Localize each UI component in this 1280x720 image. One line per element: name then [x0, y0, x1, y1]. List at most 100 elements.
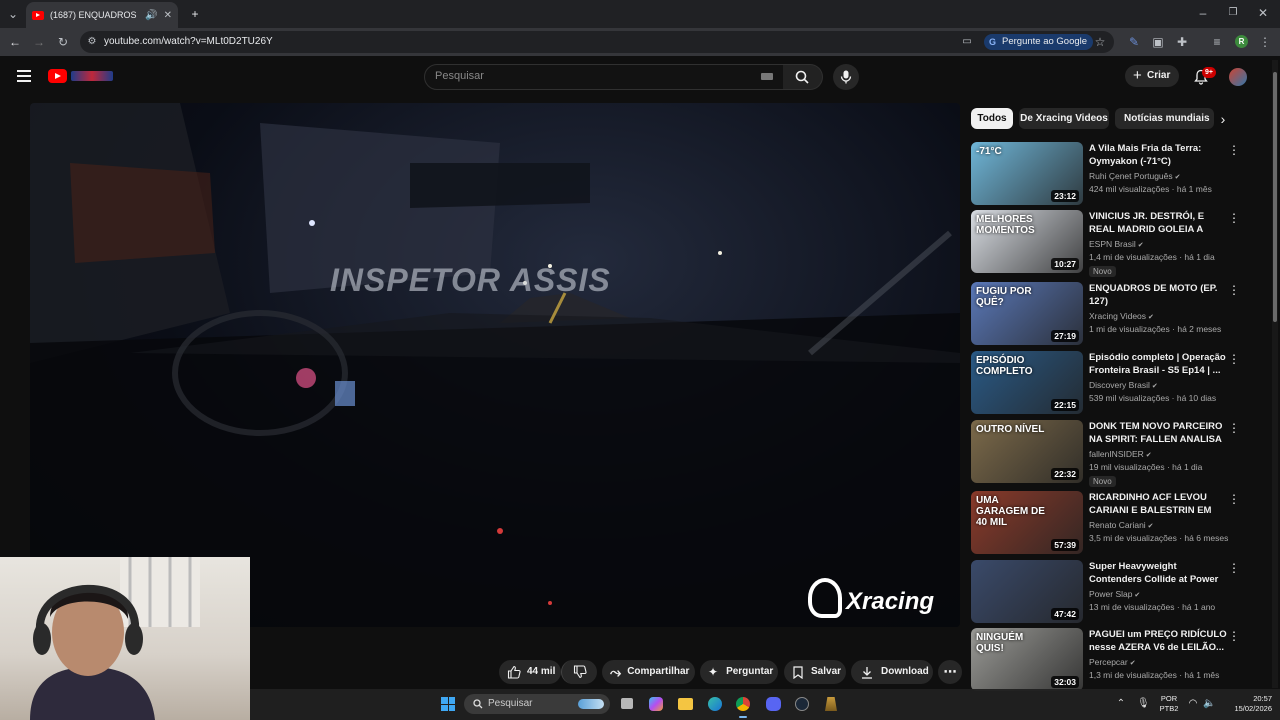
site-info-icon[interactable]: ⚙ — [86, 35, 98, 49]
video-title[interactable]: Episódio completo | Operação Fronteira B… — [1089, 351, 1229, 377]
video-thumbnail[interactable]: NINGUÉM QUIS! 32:03 — [971, 628, 1083, 691]
tab-close-icon[interactable]: ✕ — [164, 10, 172, 21]
more-actions-button[interactable]: ⋯ — [938, 660, 962, 684]
video-title[interactable]: A Vila Mais Fria da Terra: Oymyakon (-71… — [1089, 142, 1229, 168]
more-vertical-icon[interactable]: ⋮ — [1228, 143, 1240, 157]
url-text[interactable]: youtube.com/watch?v=MLt0D2TU26Y — [104, 36, 273, 47]
back-icon[interactable]: ← — [8, 35, 22, 49]
more-vertical-icon[interactable]: ⋮ — [1228, 211, 1240, 225]
download-button[interactable]: Download — [851, 660, 933, 684]
ask-button[interactable]: ✦ Perguntar — [700, 660, 778, 684]
wifi-icon[interactable]: ◠ — [1187, 697, 1199, 711]
video-title[interactable]: ENQUADROS DE MOTO (EP. 127) — [1089, 282, 1229, 308]
minimize-icon[interactable]: – — [1196, 6, 1210, 20]
filter-chip-xracing[interactable]: De Xracing Videos — [1019, 108, 1109, 129]
channel-name[interactable]: Ruhi Çenet Português ✔ — [1089, 171, 1180, 181]
account-avatar[interactable] — [1229, 68, 1247, 86]
more-vertical-icon[interactable]: ⋮ — [1228, 421, 1240, 435]
more-vertical-icon[interactable]: ⋮ — [1228, 352, 1240, 366]
video-thumbnail[interactable]: MELHORES MOMENTOS 10:27 — [971, 210, 1083, 273]
channel-name[interactable]: Percepcar ✔ — [1089, 657, 1136, 667]
more-vertical-icon[interactable]: ⋮ — [1228, 629, 1240, 643]
ask-google-button[interactable]: Pergunte ao Google — [984, 34, 1094, 50]
edge-icon[interactable] — [708, 697, 722, 711]
more-vertical-icon[interactable]: ⋮ — [1228, 283, 1240, 297]
video-thumbnail[interactable]: 47:42 — [971, 560, 1083, 623]
channel-name[interactable]: ESPN Brasil ✔ — [1089, 239, 1144, 249]
clock[interactable]: 20:57 15/02/2026 — [1222, 694, 1272, 714]
new-tab-icon[interactable]: + — [188, 7, 202, 21]
discord-icon[interactable] — [766, 697, 781, 711]
thumbnail-text: OUTRO NÍVEL — [976, 424, 1045, 435]
bookmark-star-icon[interactable]: ☆ — [1093, 35, 1107, 49]
task-view-icon[interactable] — [621, 698, 633, 709]
extension-pen-icon[interactable]: ✎ — [1127, 35, 1141, 49]
video-title[interactable]: DONK TEM NOVO PARCEIRO NA SPIRIT: FALLEN… — [1089, 420, 1229, 446]
create-button[interactable]: + Criar — [1125, 65, 1179, 87]
language-indicator[interactable]: POR PTB2 — [1157, 694, 1181, 714]
video-thumbnail[interactable]: UMA GARAGEM DE 40 MIL 57:39 — [971, 491, 1083, 554]
filter-chip-noticias[interactable]: Notícias mundiais — [1115, 108, 1214, 129]
video-title[interactable]: Super Heavyweight Contenders Collide at … — [1089, 560, 1229, 586]
extension-icon[interactable]: ▣ — [1151, 35, 1165, 49]
steam-icon[interactable] — [795, 697, 809, 711]
video-player[interactable] — [30, 103, 960, 627]
tray-chevron-icon[interactable]: ⌃ — [1115, 697, 1127, 711]
browser-tab[interactable]: (1687) ENQUADROS DE MO 🔊 ✕ — [26, 2, 178, 28]
volume-icon[interactable]: 🔈 — [1203, 697, 1215, 711]
more-vertical-icon[interactable]: ⋮ — [1228, 561, 1240, 575]
like-button[interactable]: 44 mil — [499, 660, 561, 684]
channel-name[interactable]: fallenINSIDER ✔ — [1089, 449, 1152, 459]
video-title[interactable]: PAGUEI um PREÇO RIDÍCULO nesse AZERA V6 … — [1089, 628, 1229, 654]
filter-chip-todos[interactable]: Todos — [971, 108, 1013, 129]
video-thumbnail[interactable]: -71°C 23:12 — [971, 142, 1083, 205]
related-video-item[interactable]: 47:42 Super Heavyweight Contenders Collid… — [971, 560, 1243, 624]
channel-name[interactable]: Xracing Videos ✔ — [1089, 311, 1154, 321]
related-video-item[interactable]: MELHORES MOMENTOS 10:27 VINICIUS JR. DESTR… — [971, 210, 1243, 277]
tab-audio-icon[interactable]: 🔊 — [145, 10, 157, 21]
channel-name[interactable]: Power Slap ✔ — [1089, 589, 1140, 599]
profile-avatar[interactable]: R — [1235, 35, 1248, 48]
video-thumbnail[interactable]: FUGIU POR QUÊ? 27:19 — [971, 282, 1083, 345]
search-button[interactable] — [783, 64, 823, 90]
chevron-right-icon[interactable]: › — [1216, 112, 1230, 126]
cast-icon[interactable]: ▭ — [961, 35, 973, 49]
copilot-icon[interactable] — [649, 697, 663, 711]
windows-start-icon[interactable] — [441, 697, 455, 711]
close-window-icon[interactable]: ✕ — [1256, 6, 1270, 20]
channel-name[interactable]: Discovery Brasil ✔ — [1089, 380, 1158, 390]
share-button[interactable]: ⤳ Compartilhar — [602, 660, 695, 684]
channel-name[interactable]: Renato Cariani ✔ — [1089, 520, 1154, 530]
more-vertical-icon[interactable]: ⋮ — [1228, 492, 1240, 506]
related-video-item[interactable]: NINGUÉM QUIS! 32:03 PAGUEI um PREÇO RIDÍCU… — [971, 628, 1243, 692]
browser-menu-icon[interactable]: ⋮ — [1258, 35, 1272, 49]
voice-search-button[interactable] — [833, 64, 859, 90]
video-thumbnail[interactable]: OUTRO NÍVEL 22:32 — [971, 420, 1083, 483]
guide-menu-icon[interactable] — [17, 70, 31, 82]
related-video-item[interactable]: EPISÓDIO COMPLETO 22:15 Episódio completo … — [971, 351, 1243, 415]
restore-icon[interactable]: ❐ — [1226, 6, 1240, 20]
video-title[interactable]: RICARDINHO ACF LEVOU CARIANI E BALESTRIN… — [1089, 491, 1229, 517]
keyboard-icon[interactable] — [761, 73, 773, 80]
video-thumbnail[interactable]: EPISÓDIO COMPLETO 22:15 — [971, 351, 1083, 414]
extensions-puzzle-icon[interactable]: ✚ — [1175, 35, 1189, 49]
related-video-item[interactable]: OUTRO NÍVEL 22:32 DONK TEM NOVO PARCEIRO N… — [971, 420, 1243, 487]
save-button[interactable]: Salvar — [784, 660, 846, 684]
related-video-item[interactable]: -71°C 23:12 A Vila Mais Fria da Terra: Oym… — [971, 142, 1243, 206]
tab-search-icon[interactable]: ⌄ — [6, 7, 20, 21]
tray-microphone-icon[interactable]: 🎙 — [1137, 697, 1150, 711]
video-meta: 3,5 mi de visualizações · há 6 meses — [1089, 533, 1229, 543]
video-title[interactable]: VINICIUS JR. DESTRÓI, E REAL MADRID GOLE… — [1089, 210, 1229, 236]
taskbar-search[interactable]: Pesquisar — [464, 694, 610, 714]
related-video-item[interactable]: FUGIU POR QUÊ? 27:19 ENQUADROS DE MOTO (EP… — [971, 282, 1243, 346]
scrollbar-thumb[interactable] — [1273, 72, 1277, 322]
youtube-logo[interactable] — [48, 69, 114, 83]
forward-icon[interactable]: → — [32, 35, 46, 49]
file-explorer-icon[interactable] — [678, 698, 693, 710]
chrome-icon[interactable] — [736, 697, 750, 711]
related-video-item[interactable]: UMA GARAGEM DE 40 MIL 57:39 RICARDINHO ACF… — [971, 491, 1243, 555]
search-input[interactable]: Pesquisar — [424, 64, 784, 90]
reload-icon[interactable]: ↻ — [56, 35, 70, 49]
reading-list-icon[interactable]: ≡ — [1210, 35, 1224, 49]
dislike-button[interactable] — [561, 660, 597, 684]
